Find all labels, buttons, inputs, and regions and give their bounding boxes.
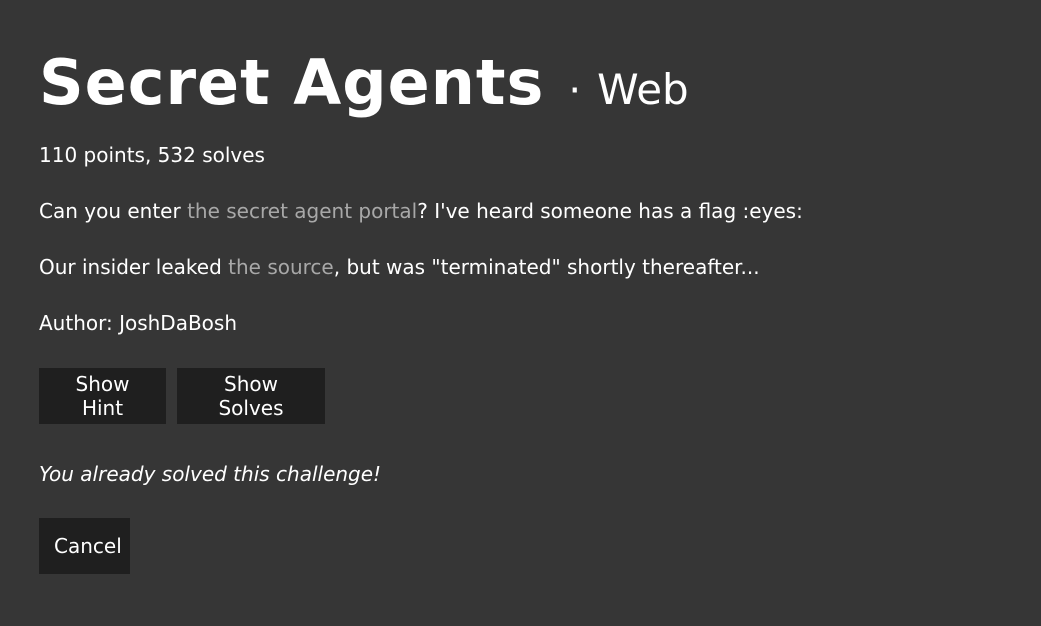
description-text: Can you enter (39, 199, 188, 223)
challenge-category: Web (597, 65, 689, 114)
solved-status-message: You already solved this challenge! (39, 462, 382, 486)
description-line-2: Our insider leaked the source, but was "… (39, 255, 760, 279)
show-hint-button[interactable]: Show Hint (39, 368, 166, 424)
challenge-stats: 110 points, 532 solves (39, 143, 265, 167)
title-row: Secret Agents · Web (39, 46, 689, 119)
show-solves-button[interactable]: Show Solves (177, 368, 325, 424)
portal-link[interactable]: the secret agent portal (187, 199, 417, 223)
description-text: Our insider leaked (39, 255, 229, 279)
description-text: ? I've heard someone has a flag :eyes: (417, 199, 803, 223)
description-line-1: Can you enter the secret agent portal? I… (39, 199, 803, 223)
challenge-title: Secret Agents (39, 46, 545, 119)
challenge-author: Author: JoshDaBosh (39, 311, 238, 335)
description-text: , but was "terminated" shortly thereafte… (333, 255, 760, 279)
cancel-button[interactable]: Cancel (39, 518, 130, 574)
source-link[interactable]: the source (228, 255, 334, 279)
title-separator: · (568, 68, 582, 114)
